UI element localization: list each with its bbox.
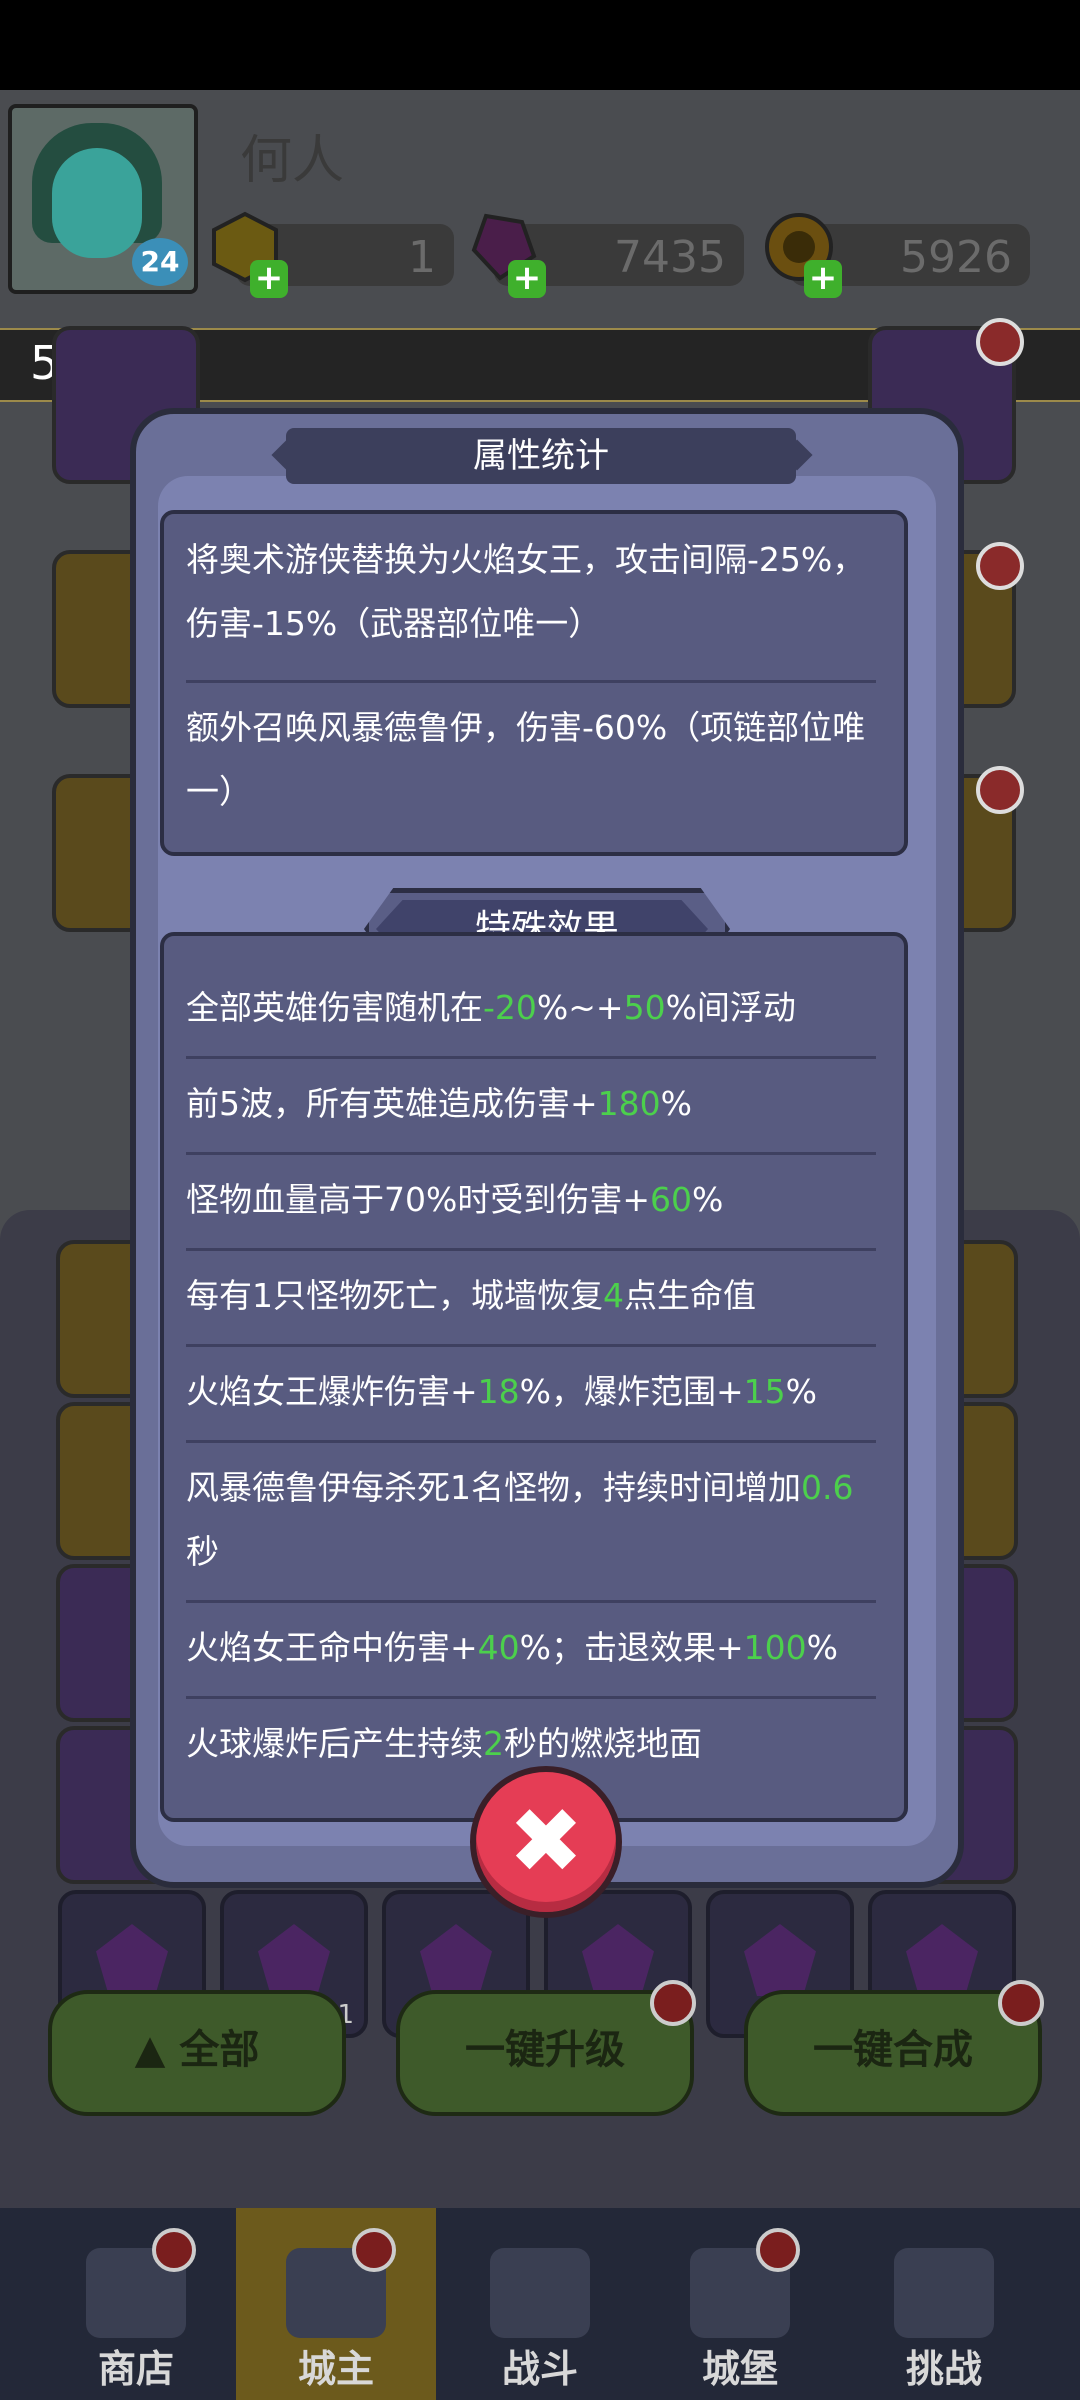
gem-icon [582, 1924, 654, 1996]
close-x-icon: ✖ [508, 1789, 584, 1894]
nav-shop[interactable]: 商店 [36, 2208, 236, 2400]
gem-icon [96, 1924, 168, 1996]
special-effect-item: 每有1只怪物死亡，城墙恢复4点生命值 [186, 1276, 756, 1315]
coins-value: 5926 [900, 232, 1012, 283]
nav-challenge[interactable]: 挑战 [844, 2208, 1044, 2400]
gems-value: 7435 [614, 232, 726, 283]
resource-gold: + 1 [212, 211, 454, 298]
special-effects-list: 全部英雄伤害随机在-20%~+50%间浮动 前5波，所有英雄造成伤害+180% … [160, 932, 908, 1822]
divider [186, 1440, 876, 1443]
attribute-item: 额外召唤风暴德鲁伊，伤害-60%（项链部位唯一） [186, 708, 866, 811]
modal-title: 属性统计 [473, 436, 609, 476]
gem-icon [906, 1924, 978, 1996]
divider [186, 1600, 876, 1603]
special-effect-item: 火焰女王爆炸伤害+18%，爆炸范围+15% [186, 1372, 818, 1411]
notification-dot [998, 1980, 1044, 2026]
player-name: 何人 [240, 131, 345, 191]
gem-icon [744, 1924, 816, 1996]
gem-icon [420, 1924, 492, 1996]
notification-dot [976, 542, 1024, 590]
special-effect-item: 前5波，所有英雄造成伤害+180% [186, 1084, 693, 1123]
add-gold-button[interactable]: + [250, 260, 288, 298]
attribute-list: 将奥术游侠替换为火焰女王，攻击间隔-25%，伤害-15%（武器部位唯一） 额外召… [160, 510, 908, 856]
gem-icon [258, 1924, 330, 1996]
crossed-swords-icon [490, 2248, 590, 2338]
resource-gems: + 7435 [471, 213, 744, 298]
resource-coins: + 5926 [765, 213, 1030, 298]
special-effect-item: 火焰女王命中伤害+40%；击退效果+100% [186, 1628, 839, 1667]
one-key-merge-button[interactable]: 一键合成 [744, 1980, 1044, 2116]
add-gems-button[interactable]: + [508, 260, 546, 298]
nav-castle[interactable]: 城堡 [640, 2208, 840, 2400]
gold-value: 1 [408, 232, 436, 283]
notification-dot [650, 1980, 696, 2026]
one-key-upgrade-button[interactable]: 一键升级 [396, 1980, 696, 2116]
divider [186, 1344, 876, 1347]
demon-mask-icon [894, 2248, 994, 2338]
divider [186, 1056, 876, 1059]
filter-all-button[interactable]: ▲ 全部 [48, 1990, 346, 2116]
special-effect-item: 怪物血量高于70%时受到伤害+60% [186, 1180, 724, 1219]
divider [186, 1248, 876, 1251]
notification-dot [152, 2228, 196, 2272]
divider [186, 1696, 876, 1699]
notification-dot [976, 318, 1024, 366]
divider [186, 680, 876, 683]
notification-dot [352, 2228, 396, 2272]
attribute-stats-modal: 属性统计 将奥术游侠替换为火焰女王，攻击间隔-25%，伤害-15%（武器部位唯一… [130, 408, 964, 1888]
notification-dot [976, 766, 1024, 814]
player-level-badge: 24 [132, 238, 188, 286]
special-effect-item: 全部英雄伤害随机在-20%~+50%间浮动 [186, 988, 796, 1027]
add-coins-button[interactable]: + [804, 260, 842, 298]
nav-battle[interactable]: 战斗 [440, 2208, 640, 2400]
triangle-icon: ▲ [134, 2027, 180, 2073]
close-button[interactable]: ✖ [470, 1766, 622, 1918]
bottom-nav: 商店 城主 战斗 城堡 挑战 [0, 2208, 1080, 2400]
attribute-item: 将奥术游侠替换为火焰女王，攻击间隔-25%，伤害-15%（武器部位唯一） [186, 540, 866, 643]
special-effect-item: 风暴德鲁伊每杀死1名怪物，持续时间增加0.6秒 [186, 1468, 854, 1571]
nav-lord[interactable]: 城主 [236, 2208, 436, 2400]
notification-dot [756, 2228, 800, 2272]
divider [186, 1152, 876, 1155]
player-avatar[interactable]: 24 [8, 104, 198, 294]
avatar-face [52, 148, 142, 258]
status-bar [0, 0, 1080, 90]
